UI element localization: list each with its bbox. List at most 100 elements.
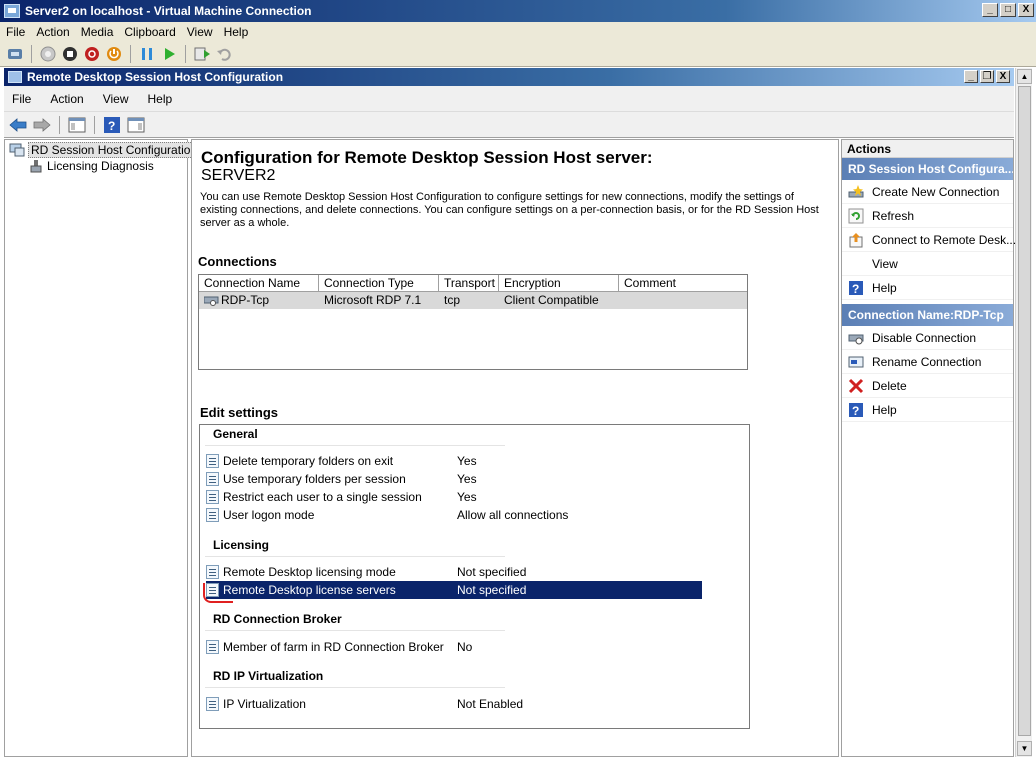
column-header-encryption[interactable]: Encryption: [499, 275, 619, 291]
column-header-comment[interactable]: Comment: [619, 275, 747, 291]
setting-label: Remote Desktop license servers: [223, 583, 396, 597]
group-divider: [205, 556, 505, 557]
mmc-window-title: Remote Desktop Session Host Configuratio…: [27, 70, 284, 84]
setting-icon: [206, 490, 219, 504]
snapshot-icon[interactable]: [193, 45, 211, 63]
actions-section-connection[interactable]: Connection Name:RDP-Tcp: [842, 304, 1013, 326]
vm-menu-file[interactable]: File: [6, 25, 25, 39]
action-label: Delete: [872, 378, 907, 393]
action-refresh[interactable]: Refresh: [842, 204, 1013, 228]
revert-icon[interactable]: [215, 45, 233, 63]
tree-child-label: Licensing Diagnosis: [47, 159, 154, 173]
vm-menu-media[interactable]: Media: [81, 25, 114, 39]
vm-menu-help[interactable]: Help: [224, 25, 249, 39]
tree-node-licensing-diagnosis[interactable]: Licensing Diagnosis: [29, 159, 154, 173]
mmc-title-bar[interactable]: Remote Desktop Session Host Configuratio…: [4, 68, 1014, 86]
vm-title-bar[interactable]: Server2 on localhost - Virtual Machine C…: [0, 0, 1036, 22]
action-help[interactable]: ? Help: [842, 276, 1013, 300]
tree-root-label: RD Session Host Configuration:: [28, 142, 204, 158]
show-hide-console-tree-icon[interactable]: [67, 116, 87, 134]
setting-farm-member[interactable]: Member of farm in RD Connection Broker N…: [206, 638, 702, 656]
start-icon[interactable]: [39, 45, 57, 63]
mmc-menu-view[interactable]: View: [103, 92, 129, 106]
action-delete[interactable]: Delete: [842, 374, 1013, 398]
create-connection-icon: [848, 184, 864, 200]
mmc-menu-help[interactable]: Help: [148, 92, 173, 106]
table-header: Connection Name Connection Type Transpor…: [199, 275, 747, 292]
table-row[interactable]: RDP-Tcp Microsoft RDP 7.1 tcp Client Com…: [199, 292, 747, 309]
setting-license-servers[interactable]: Remote Desktop license servers Not speci…: [206, 581, 702, 599]
column-header-connection-name[interactable]: Connection Name: [199, 275, 319, 291]
setting-value: Not Enabled: [457, 697, 524, 711]
page-title: Configuration for Remote Desktop Session…: [201, 148, 653, 167]
rdsh-config-window: Remote Desktop Session Host Configuratio…: [4, 68, 1016, 757]
setting-ip-virtualization[interactable]: IP Virtualization Not Enabled: [206, 695, 702, 713]
setting-value: Not specified: [457, 565, 527, 579]
setting-user-logon-mode[interactable]: User logon mode Allow all connections: [206, 506, 702, 524]
vm-menu-view[interactable]: View: [187, 25, 213, 39]
scroll-up-arrow-icon[interactable]: ▲: [1017, 69, 1032, 84]
mmc-menu-action[interactable]: Action: [50, 92, 83, 106]
scroll-down-arrow-icon[interactable]: ▼: [1017, 741, 1032, 756]
action-disable-connection[interactable]: Disable Connection: [842, 326, 1013, 350]
mmc-menu-file[interactable]: File: [12, 92, 31, 106]
setting-value: Yes: [457, 490, 477, 504]
setting-label: Restrict each user to a single session: [223, 490, 422, 504]
vm-close-button[interactable]: X: [1018, 3, 1034, 17]
setting-licensing-mode[interactable]: Remote Desktop licensing mode Not specif…: [206, 563, 702, 581]
connection-icon: [204, 296, 219, 306]
svg-text:?: ?: [852, 282, 859, 296]
setting-use-temp-folders[interactable]: Use temporary folders per session Yes: [206, 470, 702, 488]
action-connect-remote-desktop[interactable]: Connect to Remote Desk...: [842, 228, 1016, 252]
action-label: Help: [872, 280, 897, 295]
shut-down-icon[interactable]: [83, 45, 101, 63]
rename-icon: [848, 354, 864, 370]
setting-label: Delete temporary folders on exit: [223, 454, 394, 468]
back-arrow-icon[interactable]: [8, 116, 28, 134]
mmc-menu-bar: File Action View Help: [4, 86, 1014, 112]
action-rename-connection[interactable]: Rename Connection: [842, 350, 1013, 374]
group-divider: [205, 687, 505, 688]
vm-maximize-button[interactable]: □: [1000, 3, 1016, 17]
setting-delete-temp-folders[interactable]: Delete temporary folders on exit Yes: [206, 452, 702, 470]
resume-icon[interactable]: [160, 45, 178, 63]
action-help-connection[interactable]: ? Help: [842, 398, 1013, 422]
mmc-caption-buttons: _ ❐ X: [964, 70, 1010, 83]
mmc-restore-button[interactable]: ❐: [980, 70, 994, 83]
actions-section-rdsh[interactable]: RD Session Host Configura...: [842, 158, 1013, 180]
vm-toolbar: [0, 41, 1036, 67]
vm-menu-clipboard[interactable]: Clipboard: [124, 25, 175, 39]
setting-icon: [206, 454, 219, 468]
column-header-connection-type[interactable]: Connection Type: [319, 275, 439, 291]
tree-node-root[interactable]: RD Session Host Configuration:: [9, 142, 204, 158]
help-icon[interactable]: ?: [102, 116, 122, 134]
vertical-scrollbar[interactable]: ▲ ▼: [1015, 68, 1032, 757]
forward-arrow-icon[interactable]: [32, 116, 52, 134]
save-state-icon[interactable]: [105, 45, 123, 63]
mmc-close-button[interactable]: X: [996, 70, 1010, 83]
action-create-new-connection[interactable]: Create New Connection: [842, 180, 1013, 204]
mmc-minimize-button[interactable]: _: [964, 70, 978, 83]
results-pane: Configuration for Remote Desktop Session…: [191, 139, 839, 757]
setting-label: Use temporary folders per session: [223, 472, 406, 486]
setting-value: Yes: [457, 454, 477, 468]
setting-icon: [206, 697, 219, 711]
cell-transport: tcp: [444, 293, 461, 307]
vm-minimize-button[interactable]: _: [982, 3, 998, 17]
ctrl-alt-del-icon[interactable]: [6, 45, 24, 63]
pause-icon[interactable]: [138, 45, 156, 63]
column-header-transport[interactable]: Transport: [439, 275, 499, 291]
scrollbar-thumb[interactable]: [1018, 86, 1031, 736]
connections-table: Connection Name Connection Type Transpor…: [198, 274, 748, 370]
svg-text:?: ?: [108, 119, 115, 133]
vm-menu-action[interactable]: Action: [36, 25, 69, 39]
show-hide-action-pane-icon[interactable]: [126, 116, 146, 134]
vm-window-title: Server2 on localhost - Virtual Machine C…: [25, 4, 312, 18]
setting-restrict-single-session[interactable]: Restrict each user to a single session Y…: [206, 488, 702, 506]
action-label: View: [872, 256, 898, 271]
turn-off-icon[interactable]: [61, 45, 79, 63]
cell-connection-type: Microsoft RDP 7.1: [324, 293, 422, 307]
connection-name: RDP-Tcp: [221, 293, 270, 307]
action-view[interactable]: View: [842, 252, 1013, 276]
connect-remote-icon: [848, 232, 864, 248]
